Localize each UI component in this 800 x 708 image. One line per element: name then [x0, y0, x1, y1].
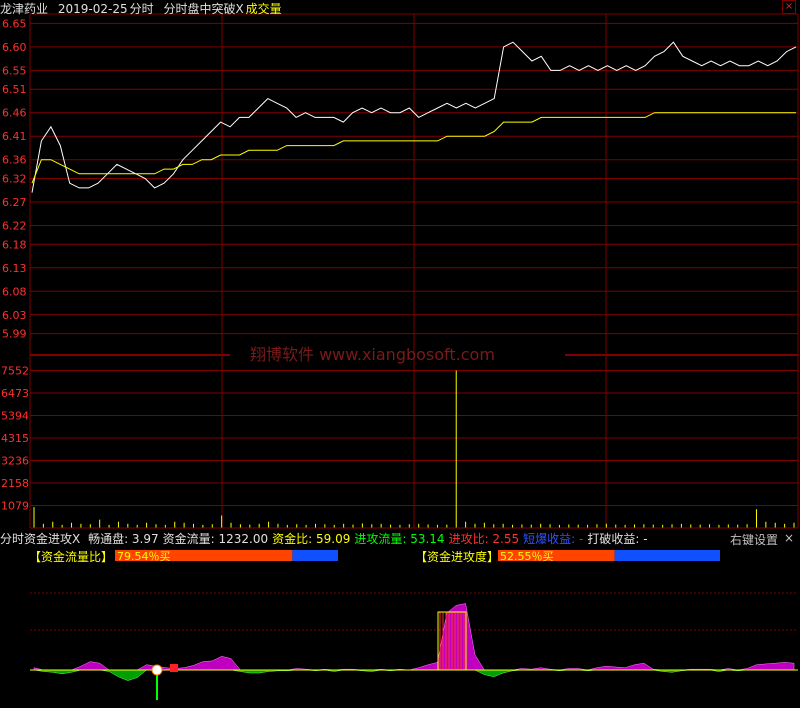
volume-axis-label: 4315 — [1, 432, 29, 445]
chart-canvas[interactable]: 6.65 6.60 6.55 6.51 6.46 6.41 6.36 6.32 6.27 6.22… — [0, 0, 800, 704]
price-axis-label: 6.51 — [2, 83, 27, 96]
stock-name[interactable]: 龙津药业 — [0, 2, 48, 16]
indicator-item-3: 进攻流量: 53.14 — [354, 532, 445, 546]
signal-marker-icon — [151, 664, 163, 676]
volume-axis-label: 1079 — [1, 499, 29, 512]
volume-axis-label: 5394 — [1, 410, 29, 423]
capital-flow-positive-area — [33, 603, 795, 671]
indicator-bar-name[interactable]: 分时资金进攻X — [0, 532, 80, 546]
price-axis-label: 6.22 — [2, 220, 27, 233]
indicator-item-5: 短爆收益: - — [523, 532, 584, 546]
price-axis-label: 6.27 — [2, 196, 27, 209]
indicator-name[interactable]: 分时盘中突破X — [163, 2, 243, 16]
chart-header: 龙津药业 2019-02-25 分时 分时盘中突破X 成交量 — [0, 0, 288, 16]
capital-flow-negative-area — [33, 669, 794, 681]
volume-axis-label: 3236 — [1, 455, 29, 468]
flow-bar-2-label: 【资金进攻度】 — [415, 550, 500, 564]
indicator-item-4: 进攻比: 2.55 — [448, 532, 520, 546]
close-icon[interactable]: × — [782, 0, 796, 14]
flow-bar-2-text: 52.55％买 — [500, 550, 554, 563]
indicator-bar: 分时资金进攻X 畅通盘: 3.97 资金流量: 1232.00 资金比: 59.09… — [0, 530, 800, 547]
price-axis-label: 6.65 — [2, 17, 27, 30]
volume-axis-label: 6473 — [1, 387, 29, 400]
price-axis-label: 6.46 — [2, 107, 27, 120]
price-axis-label: 6.60 — [2, 41, 27, 54]
indicator-item-6: 打破收益: - — [587, 532, 648, 546]
price-axis-label: 6.18 — [2, 238, 27, 251]
flow-bar-2-sell — [614, 550, 720, 561]
indicator-item-1: 资金流量: 1232.00 — [162, 532, 269, 546]
price-axis-label: 5.99 — [2, 328, 27, 341]
chart-mode: 分时 — [129, 2, 154, 16]
price-axis-label: 6.36 — [2, 154, 27, 167]
chart-stage[interactable]: 6.65 6.60 6.55 6.51 6.46 6.41 6.36 6.32 6.27 6.22… — [0, 0, 800, 704]
indicator-close-icon[interactable]: × — [784, 531, 794, 545]
price-axis-label: 6.08 — [2, 285, 27, 298]
volume-axis-label: 7552 — [1, 365, 29, 378]
price-axis-label: 6.13 — [2, 262, 27, 275]
price-axis-label: 6.41 — [2, 130, 27, 143]
watermark-text: 翔博软件 www.xiangbosoft.com — [250, 345, 495, 364]
chart-date: 2019-02-25 — [57, 2, 128, 16]
price-axis-label: 6.55 — [2, 64, 27, 77]
flow-bar-1-label: 【资金流量比】 — [29, 550, 114, 564]
flow-bar-1-text: 79.54％买 — [117, 550, 171, 563]
indicator-item-0: 畅通盘: 3.97 — [88, 532, 159, 546]
volume-label: 成交量 — [245, 2, 282, 16]
indicator-item-2: 资金比: 59.09 — [272, 532, 351, 546]
volume-axis-label: 2158 — [1, 477, 29, 490]
right-click-settings-button[interactable]: 右键设置 — [730, 531, 778, 548]
price-axis-label: 6.32 — [2, 173, 27, 186]
flow-bar-1-sell — [292, 550, 338, 561]
price-axis-label: 6.03 — [2, 309, 27, 322]
signal-red-marker — [170, 664, 178, 672]
